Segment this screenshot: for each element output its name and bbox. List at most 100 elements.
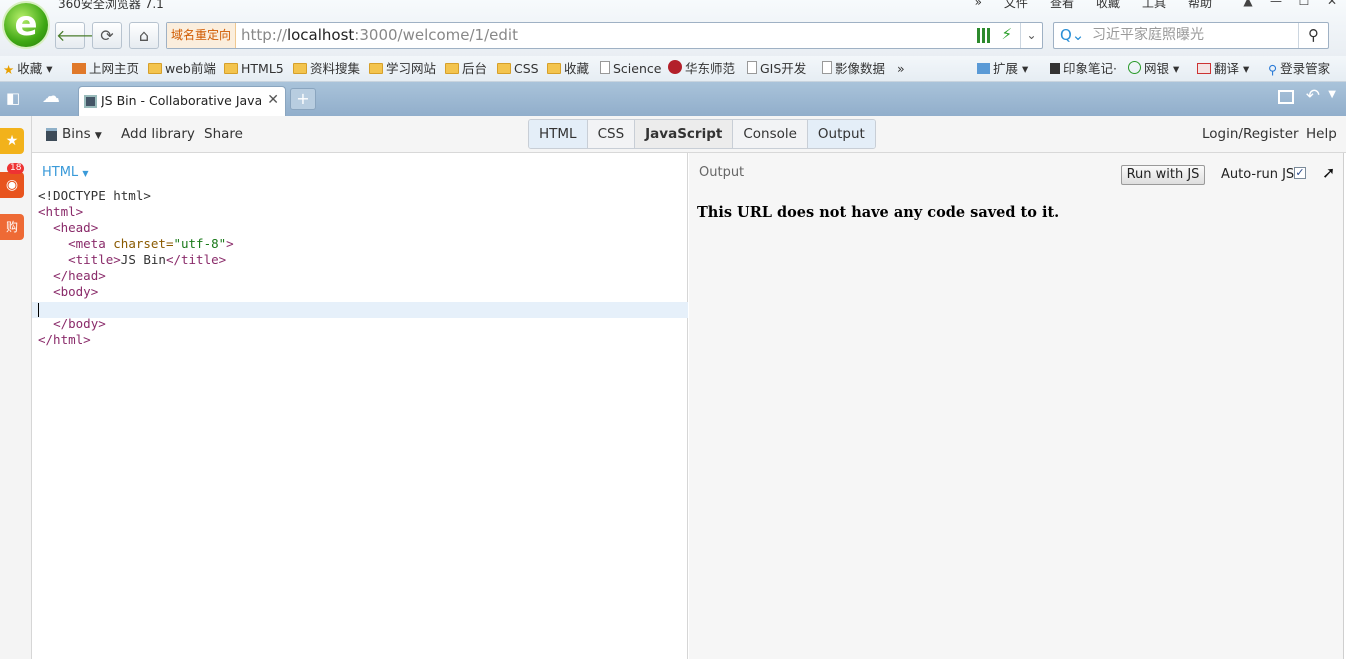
skin-icon[interactable]: ▲: [1234, 0, 1262, 10]
panel-toggles: HTML CSS JavaScript Console Output: [528, 119, 876, 149]
browser-titlebar: e 360安全浏览器 7.1 » 文件 查看 收藏 工具 帮助 ▲ — ☐ ✕ …: [0, 0, 1346, 56]
tab-html[interactable]: HTML: [529, 120, 588, 148]
tab-console[interactable]: Console: [733, 120, 808, 148]
bookmark-science[interactable]: Science: [600, 60, 661, 78]
code-token: </html>: [38, 332, 91, 347]
html-editor-panel[interactable]: HTML ▼ <!DOCTYPE html> <html> <head> <me…: [32, 153, 688, 659]
run-with-js-button[interactable]: Run with JS: [1121, 165, 1205, 185]
output-panel: Output Run with JS Auto-run JS ✓ ➚ This …: [689, 153, 1344, 659]
home-button[interactable]: ⌂: [129, 22, 159, 49]
home-icon: ⌂: [138, 26, 150, 45]
folder-icon: [369, 63, 383, 74]
tab-jsbin[interactable]: JS Bin - Collaborative JavaScript Debugg…: [78, 86, 286, 116]
tool-label: 翻译: [1214, 61, 1240, 76]
browser-logo-icon[interactable]: e: [4, 3, 48, 47]
autorun-checkbox[interactable]: ✓: [1294, 167, 1306, 179]
translate-button[interactable]: 翻译 ▾: [1197, 60, 1249, 78]
bookmark-folder-favorites[interactable]: 收藏: [547, 60, 589, 78]
code-token: >: [226, 236, 234, 251]
bookmark-label: 影像数据: [835, 61, 886, 76]
menu-tools[interactable]: 工具: [1142, 0, 1166, 11]
undo-close-icon[interactable]: ↶: [1306, 86, 1320, 106]
code-line: <html>: [38, 204, 234, 220]
evernote-icon: [1050, 63, 1060, 74]
back-button[interactable]: 🡐: [55, 22, 99, 49]
code-line: <title>JS Bin</title>: [38, 252, 234, 268]
cloud-icon[interactable]: ☁: [42, 86, 60, 107]
hao-icon: [72, 63, 86, 74]
login-manager-button[interactable]: ⚲ 登录管家: [1268, 60, 1330, 78]
menu-help[interactable]: 帮助: [1188, 0, 1212, 11]
bookmark-label: 后台: [462, 61, 488, 76]
tab-javascript[interactable]: JavaScript: [635, 120, 734, 148]
menu-view[interactable]: 查看: [1050, 0, 1074, 11]
caret-down-icon: ▼: [82, 169, 89, 178]
evernote-button[interactable]: 印象笔记·: [1050, 60, 1117, 78]
search-button[interactable]: ⚲: [1298, 23, 1328, 48]
close-window-icon[interactable]: ✕: [1318, 0, 1346, 10]
menu-favorites[interactable]: 收藏: [1096, 0, 1120, 11]
tool-label: 扩展: [993, 61, 1019, 76]
code-token: <!DOCTYPE html>: [38, 188, 151, 203]
restore-tab-icon[interactable]: ◧: [6, 89, 20, 107]
favorites-star-icon[interactable]: ★: [0, 128, 24, 154]
popout-arrow-icon[interactable]: ➚: [1322, 163, 1335, 182]
new-tab-button[interactable]: +: [290, 88, 316, 110]
add-library-button[interactable]: Add library: [121, 126, 195, 142]
url-scheme: http://: [241, 26, 287, 44]
tab-bar: ◧ ☁ JS Bin - Collaborative JavaScript De…: [0, 82, 1346, 116]
yen-icon: [1128, 61, 1141, 74]
maximize-icon[interactable]: ☐: [1290, 0, 1318, 10]
bookmark-folder-css[interactable]: CSS: [497, 60, 539, 78]
login-register-link[interactable]: Login/Register: [1202, 126, 1299, 142]
bookmark-home[interactable]: 上网主页: [72, 60, 139, 78]
code-token: </body>: [53, 316, 106, 331]
menu-file[interactable]: 文件: [1004, 0, 1028, 11]
help-link[interactable]: Help: [1306, 126, 1337, 142]
redirect-badge[interactable]: 域名重定向: [167, 23, 237, 48]
tab-list-icon[interactable]: [1278, 90, 1294, 104]
search-icon: ⚲: [1308, 26, 1319, 44]
search-box[interactable]: Q⌄ 习近平家庭照曝光 ⚲: [1053, 22, 1329, 49]
speed-mode-icon[interactable]: ⚡: [1001, 25, 1012, 43]
editor-language-selector[interactable]: HTML ▼: [42, 165, 88, 180]
bookmark-folder-resources[interactable]: 资料搜集: [293, 60, 360, 78]
search-input[interactable]: 习近平家庭照曝光: [1092, 23, 1204, 48]
bookmark-imagery[interactable]: 影像数据: [822, 60, 885, 78]
code-area[interactable]: <!DOCTYPE html> <html> <head> <meta char…: [38, 188, 234, 348]
bookmark-ecnu[interactable]: 华东师范: [668, 60, 735, 78]
refresh-button[interactable]: ⟳: [92, 22, 122, 49]
star-icon: ★: [3, 62, 15, 77]
extensions-button[interactable]: 扩展 ▾: [977, 60, 1028, 78]
puzzle-icon: [977, 63, 990, 74]
bookmark-folder-web[interactable]: web前端: [148, 60, 216, 78]
bookmarks-more-icon[interactable]: »: [897, 60, 905, 78]
minimize-icon[interactable]: —: [1262, 0, 1290, 10]
tab-output[interactable]: Output: [807, 120, 875, 148]
ebank-button[interactable]: 网银 ▾: [1128, 60, 1179, 78]
bookmark-folder-learning[interactable]: 学习网站: [369, 60, 436, 78]
bookmark-gis[interactable]: GIS开发: [747, 60, 806, 78]
close-tab-icon[interactable]: ✕: [267, 92, 279, 108]
search-engine-icon[interactable]: Q⌄: [1060, 26, 1084, 44]
share-button[interactable]: Share: [204, 126, 243, 142]
menu-overflow-icon[interactable]: »: [975, 0, 982, 9]
bookmark-folder-backend[interactable]: 后台: [445, 60, 487, 78]
address-bar[interactable]: 域名重定向 http://localhost:3000/welcome/1/ed…: [166, 22, 1043, 49]
address-dropdown-icon[interactable]: ⌄: [1020, 23, 1042, 48]
weibo-icon[interactable]: ◉: [0, 172, 24, 198]
bookmark-label: 学习网站: [386, 61, 437, 76]
folder-icon: [224, 63, 238, 74]
bins-menu[interactable]: Bins ▼: [62, 126, 102, 142]
chevron-down-icon[interactable]: ▼: [1328, 89, 1336, 100]
url-text[interactable]: http://localhost:3000/welcome/1/edit: [241, 23, 518, 48]
bookmark-favorites[interactable]: ★ 收藏 ▾: [3, 60, 52, 78]
qr-code-icon[interactable]: [977, 28, 992, 43]
tab-css[interactable]: CSS: [588, 120, 636, 148]
bookmark-label: 上网主页: [89, 61, 140, 76]
bookmark-folder-html5[interactable]: HTML5: [224, 60, 284, 78]
shopping-icon[interactable]: 购: [0, 214, 24, 240]
code-line: <body>: [38, 284, 234, 300]
code-token: charset=: [113, 236, 174, 251]
